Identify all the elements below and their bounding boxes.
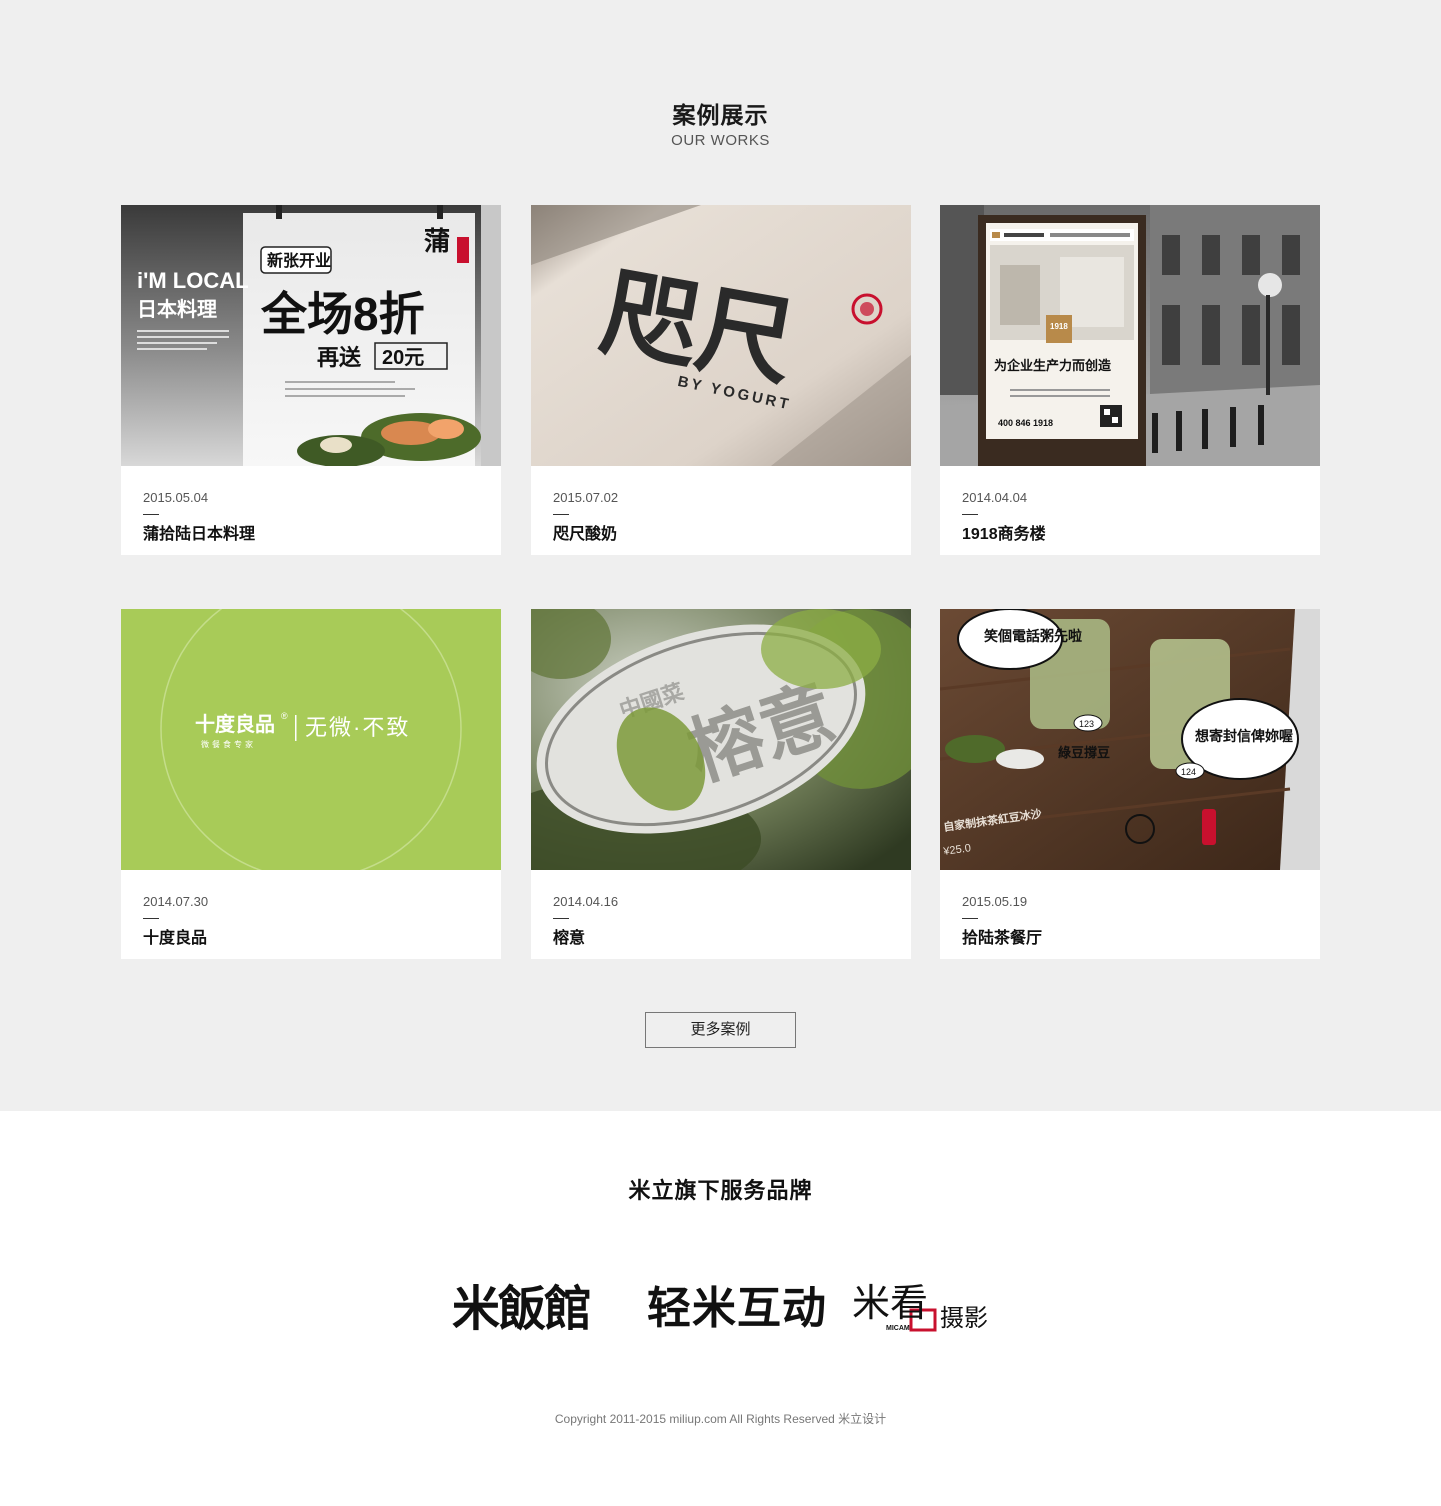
footer-copyright: Copyright 2011-2015 miliup.com All Right… bbox=[554, 1412, 887, 1426]
thumb-4-slogan: 无微·不致 bbox=[305, 715, 410, 740]
work-name-5[interactable]: 榕意 bbox=[553, 924, 585, 948]
work-thumb-3[interactable]: 1918 为企业生产力而创造 400 846 1918 bbox=[940, 205, 1320, 466]
thumb-4-reg: ® bbox=[281, 711, 288, 721]
thumb-1-headline: 全场8折 bbox=[260, 288, 425, 340]
work-card-1[interactable]: i'M LOCAL 日本料理 新张开业 全场8折 再送 20元 蒲 2015.0… bbox=[121, 205, 501, 555]
works-title: 案例展示 bbox=[672, 102, 769, 128]
work-name-1[interactable]: 蒲拾陆日本料理 bbox=[143, 520, 255, 544]
thumb-6-label-2: 124 bbox=[1181, 767, 1196, 777]
thumb-3-badge: 1918 bbox=[1050, 322, 1068, 331]
thumb-1-brand-line2: 日本料理 bbox=[137, 298, 217, 321]
work-thumb-1[interactable]: i'M LOCAL 日本料理 新张开业 全场8折 再送 20元 蒲 bbox=[121, 205, 501, 466]
thumb-1-seal: 蒲 bbox=[424, 226, 450, 256]
work-date-5: 2014.04.16 bbox=[553, 894, 619, 909]
brand-suffix-3: 摄影 bbox=[940, 1305, 988, 1332]
works-section: 案例展示 OUR WORKS i'M LOCAL 日本料理 新张开业 全场8折 … bbox=[0, 0, 1441, 1111]
thumb-1-sub: 再送 bbox=[317, 345, 361, 370]
work-divider-3 bbox=[962, 514, 978, 515]
brand-tag-3: MICAM bbox=[886, 1325, 910, 1332]
work-card-6[interactable]: 笑個電話粥先啦 想寄封信俾妳喔 123 124 綠豆撐豆 自家制抹茶紅豆冰沙 ¥… bbox=[940, 609, 1320, 959]
work-card-2[interactable]: 咫尺 BY YOGURT 2015.07.02 咫尺酸奶 bbox=[531, 205, 911, 555]
thumb-3-headline: 为企业生产力而创造 bbox=[994, 358, 1112, 373]
thumb-6-bubble-2: 想寄封信俾妳喔 bbox=[1194, 728, 1293, 744]
work-card-4[interactable]: 十度良品 ® 微餐食专家 无微·不致 2014.07.30 十度良品 bbox=[121, 609, 501, 959]
work-date-4: 2014.07.30 bbox=[143, 894, 209, 909]
work-name-4[interactable]: 十度良品 bbox=[143, 924, 207, 948]
work-date-6: 2015.05.19 bbox=[962, 894, 1028, 909]
brand-name-1: 米飯館 bbox=[452, 1281, 592, 1337]
work-thumb-6[interactable]: 笑個電話粥先啦 想寄封信俾妳喔 123 124 綠豆撐豆 自家制抹茶紅豆冰沙 ¥… bbox=[940, 609, 1320, 870]
work-date-3: 2014.04.04 bbox=[962, 490, 1028, 505]
work-divider-1 bbox=[143, 514, 159, 515]
thumb-1-tag: 新张开业 bbox=[267, 251, 331, 270]
thumb-3-phone: 400 846 1918 bbox=[998, 418, 1053, 428]
work-divider-4 bbox=[143, 918, 159, 919]
thumb-6-drink-label: 綠豆撐豆 bbox=[1058, 745, 1110, 760]
brands-title: 米立旗下服务品牌 bbox=[628, 1178, 813, 1203]
work-divider-5 bbox=[553, 918, 569, 919]
work-divider-2 bbox=[553, 514, 569, 515]
thumb-1-price: 20元 bbox=[382, 347, 424, 369]
brand-logo-mifanguan[interactable]: 米飯館 bbox=[452, 1272, 592, 1337]
work-name-3[interactable]: 1918商务楼 bbox=[962, 520, 1046, 544]
work-thumb-5[interactable]: 中國菜 榕意 bbox=[531, 609, 911, 870]
thumb-4-brand-sub: 微餐食专家 bbox=[201, 739, 256, 749]
work-name-2[interactable]: 咫尺酸奶 bbox=[553, 520, 617, 544]
brand-name-3: 米看 bbox=[852, 1283, 928, 1325]
brand-name-2: 轻米互动 bbox=[647, 1284, 827, 1333]
brand-logo-qingmi[interactable]: 轻米互动 bbox=[647, 1272, 827, 1336]
more-works-button[interactable]: 更多案例 bbox=[645, 1012, 796, 1048]
works-subtitle: OUR WORKS bbox=[671, 132, 770, 149]
work-divider-6 bbox=[962, 918, 978, 919]
work-name-6[interactable]: 拾陆茶餐厅 bbox=[962, 924, 1042, 948]
work-date-2: 2015.07.02 bbox=[553, 490, 619, 505]
brand-logo-mikan[interactable]: 米看 MICAM 摄影 bbox=[850, 1272, 995, 1336]
thumb-1-brand: i'M LOCAL bbox=[137, 268, 249, 293]
work-card-3[interactable]: 1918 为企业生产力而创造 400 846 1918 2014.04.04 1… bbox=[940, 205, 1320, 555]
work-date-1: 2015.05.04 bbox=[143, 490, 209, 505]
thumb-4-brand: 十度良品 bbox=[195, 712, 275, 736]
mikan-logo-mark: 米看 MICAM 摄影 bbox=[852, 1283, 988, 1332]
work-thumb-4[interactable]: 十度良品 ® 微餐食专家 无微·不致 bbox=[121, 609, 501, 870]
thumb-6-label-1: 123 bbox=[1079, 719, 1094, 729]
work-thumb-2[interactable]: 咫尺 BY YOGURT bbox=[531, 205, 911, 466]
work-card-5[interactable]: 中國菜 榕意 2014.04.16 榕意 bbox=[531, 609, 911, 959]
thumb-6-bubble-1: 笑個電話粥先啦 bbox=[984, 628, 1082, 644]
